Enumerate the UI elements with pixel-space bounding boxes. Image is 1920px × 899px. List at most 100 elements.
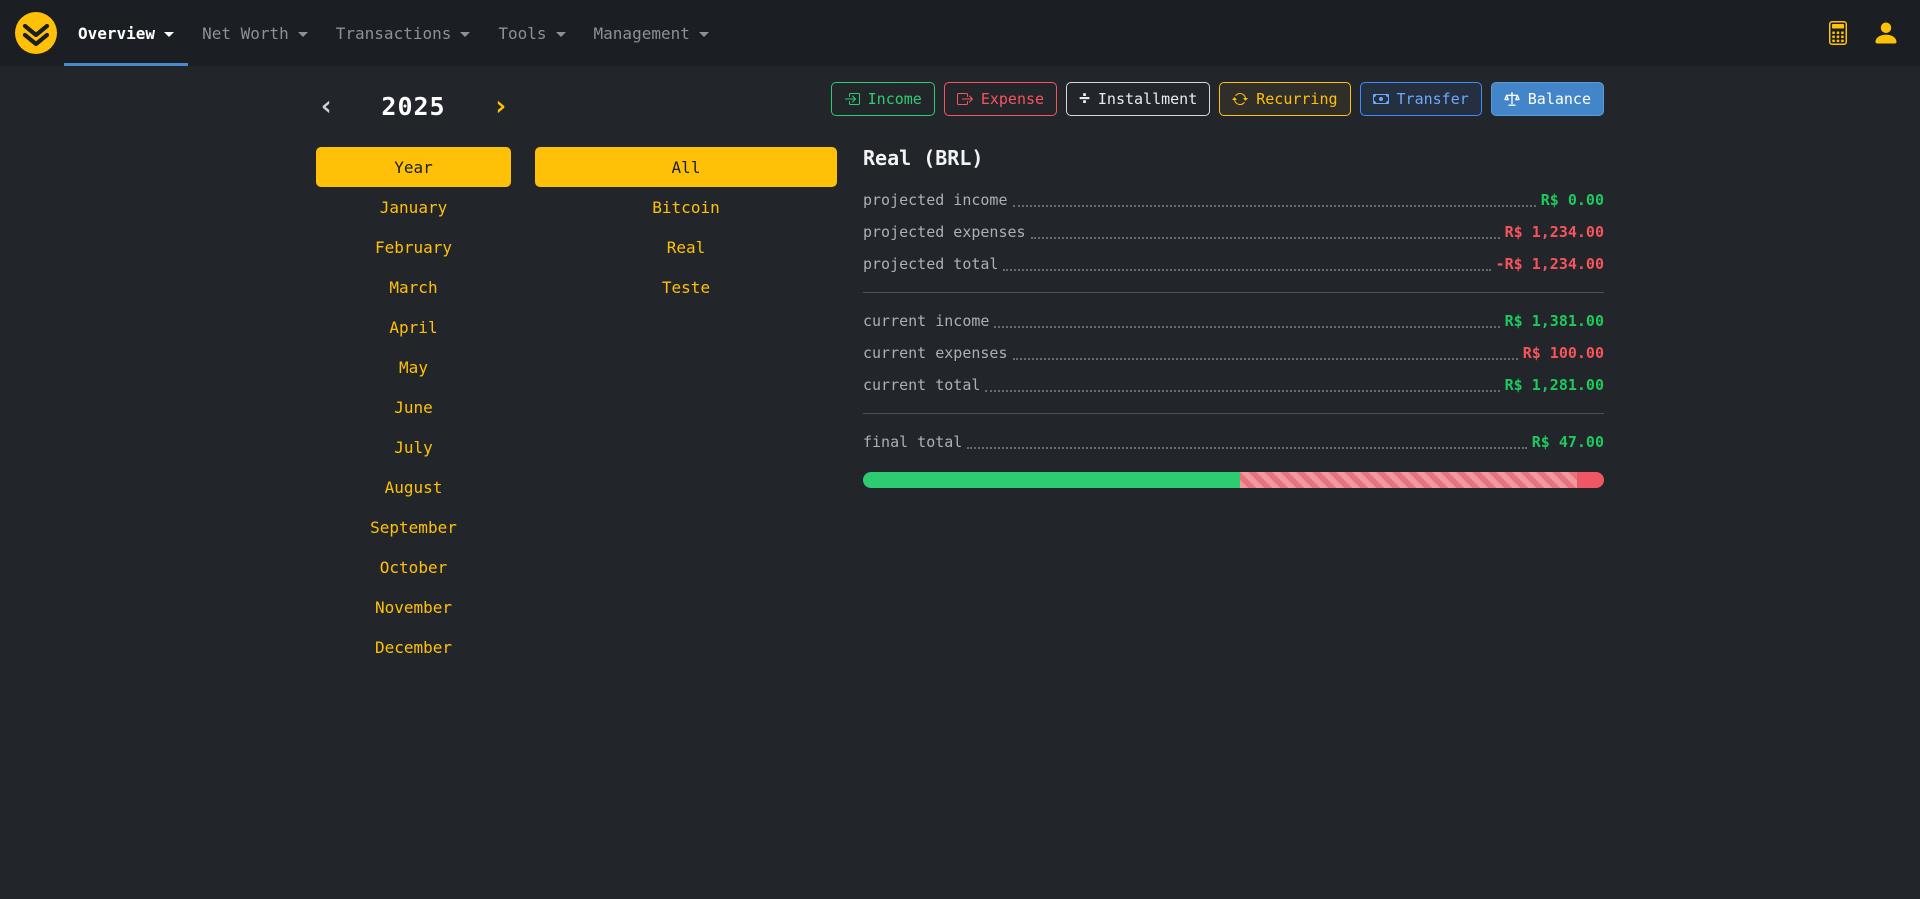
- month-item-may[interactable]: May: [316, 347, 511, 387]
- main-navigation: Overview Net Worth Transactions Tools Ma…: [64, 0, 723, 66]
- summary-row-current-total: current total R$ 1,281.00: [863, 369, 1604, 401]
- nav-item-management[interactable]: Management: [580, 0, 723, 66]
- expense-filter-button[interactable]: Expense: [944, 82, 1057, 116]
- next-year-button[interactable]: ›: [492, 92, 509, 120]
- month-item-february[interactable]: February: [316, 227, 511, 267]
- expense-filter-label: Expense: [981, 90, 1044, 108]
- divider: [863, 413, 1604, 414]
- prev-year-button[interactable]: ‹: [318, 92, 335, 120]
- row-value: R$ 1,281.00: [1505, 376, 1604, 394]
- row-value: R$ 1,234.00: [1505, 223, 1604, 241]
- finance-app: Overview Net Worth Transactions Tools Ma…: [0, 0, 1920, 899]
- wallet-item-teste[interactable]: Teste: [535, 267, 837, 307]
- transfer-filter-label: Transfer: [1397, 90, 1469, 108]
- year-navigation: ‹ 2025 ›: [316, 86, 511, 126]
- income-filter-label: Income: [868, 90, 922, 108]
- installment-filter-button[interactable]: ÷ Installment: [1066, 82, 1210, 116]
- row-label: current expenses: [863, 344, 1008, 362]
- nav-item-transactions[interactable]: Transactions: [322, 0, 485, 66]
- navbar-right-icons: [1826, 0, 1910, 66]
- chevron-down-icon: [460, 32, 470, 37]
- month-item-august[interactable]: August: [316, 467, 511, 507]
- divide-icon: ÷: [1079, 90, 1090, 108]
- month-item-january[interactable]: January: [316, 187, 511, 227]
- transaction-type-filters: Income Expense ÷ Installment: [863, 82, 1604, 116]
- chevron-down-icon: [699, 32, 709, 37]
- summary-panel: Income Expense ÷ Installment: [863, 82, 1604, 488]
- box-arrow-right-icon: [957, 91, 973, 107]
- income-expense-progress-bar: [863, 472, 1604, 488]
- row-value: R$ 1,381.00: [1505, 312, 1604, 330]
- summary-row-current-expenses: current expenses R$ 100.00: [863, 337, 1604, 369]
- profile-icon[interactable]: [1872, 19, 1900, 47]
- wallet-item-real[interactable]: Real: [535, 227, 837, 267]
- nav-item-tools[interactable]: Tools: [484, 0, 579, 66]
- summary-row-current-income: current income R$ 1,381.00: [863, 305, 1604, 337]
- income-filter-button[interactable]: Income: [831, 82, 935, 116]
- month-item-july[interactable]: July: [316, 427, 511, 467]
- app-logo[interactable]: [14, 0, 58, 66]
- divider: [863, 292, 1604, 293]
- row-label: current income: [863, 312, 989, 330]
- dotted-leader: [967, 447, 1526, 449]
- month-item-october[interactable]: October: [316, 547, 511, 587]
- top-navbar: Overview Net Worth Transactions Tools Ma…: [0, 0, 1920, 66]
- month-item-december[interactable]: December: [316, 627, 511, 667]
- dotted-leader: [985, 390, 1499, 392]
- dotted-leader: [1003, 269, 1490, 271]
- transfer-filter-button[interactable]: Transfer: [1360, 82, 1482, 116]
- recurring-filter-label: Recurring: [1256, 90, 1337, 108]
- nav-label-net-worth: Net Worth: [202, 24, 289, 43]
- nav-label-tools: Tools: [498, 24, 546, 43]
- progress-striped: [1240, 472, 1576, 488]
- row-value: R$ 0.00: [1541, 191, 1604, 209]
- scales-icon: [1504, 91, 1520, 107]
- chevron-down-icon: [298, 32, 308, 37]
- nav-label-management: Management: [594, 24, 690, 43]
- row-label: projected expenses: [863, 223, 1026, 241]
- month-item-march[interactable]: March: [316, 267, 511, 307]
- summary-row-projected-expenses: projected expenses R$ 1,234.00: [863, 216, 1604, 248]
- balance-filter-button[interactable]: Balance: [1491, 82, 1604, 116]
- chevron-down-icon: [164, 32, 174, 37]
- dotted-leader: [1031, 237, 1500, 239]
- row-value: R$ 100.00: [1523, 344, 1604, 362]
- row-label: projected total: [863, 255, 998, 273]
- summary-row-projected-total: projected total -R$ 1,234.00: [863, 248, 1604, 280]
- month-item-april[interactable]: April: [316, 307, 511, 347]
- nav-label-overview: Overview: [78, 24, 155, 43]
- row-value: R$ 47.00: [1532, 433, 1604, 451]
- dotted-leader: [1013, 358, 1518, 360]
- progress-green: [863, 472, 1240, 488]
- month-item-september[interactable]: September: [316, 507, 511, 547]
- summary-rows: projected income R$ 0.00 projected expen…: [863, 184, 1604, 458]
- calculator-icon[interactable]: [1826, 21, 1850, 45]
- logo-icon: [14, 11, 58, 55]
- month-item-june[interactable]: June: [316, 387, 511, 427]
- nav-item-net-worth[interactable]: Net Worth: [188, 0, 322, 66]
- row-label: final total: [863, 433, 962, 451]
- currency-title: Real (BRL): [863, 146, 1604, 170]
- all-wallets-button[interactable]: All: [535, 147, 837, 187]
- year-button[interactable]: Year: [316, 147, 511, 187]
- progress-red: [1577, 472, 1604, 488]
- nav-label-transactions: Transactions: [336, 24, 452, 43]
- balance-filter-label: Balance: [1528, 90, 1591, 108]
- recurring-filter-button[interactable]: Recurring: [1219, 82, 1350, 116]
- row-value: -R$ 1,234.00: [1496, 255, 1604, 273]
- month-item-november[interactable]: November: [316, 587, 511, 627]
- cash-icon: [1373, 91, 1389, 107]
- arrow-repeat-icon: [1232, 91, 1248, 107]
- dotted-leader: [1013, 205, 1536, 207]
- year-label: 2025: [381, 92, 445, 121]
- period-selector: ‹ 2025 › Year January February March Apr…: [316, 86, 511, 667]
- summary-row-projected-income: projected income R$ 0.00: [863, 184, 1604, 216]
- installment-filter-label: Installment: [1098, 90, 1197, 108]
- dotted-leader: [994, 326, 1499, 328]
- wallet-item-bitcoin[interactable]: Bitcoin: [535, 187, 837, 227]
- row-label: current total: [863, 376, 980, 394]
- chevron-down-icon: [556, 32, 566, 37]
- box-arrow-in-right-icon: [844, 91, 860, 107]
- wallet-selector: All Bitcoin Real Teste: [535, 147, 837, 307]
- nav-item-overview[interactable]: Overview: [64, 0, 188, 66]
